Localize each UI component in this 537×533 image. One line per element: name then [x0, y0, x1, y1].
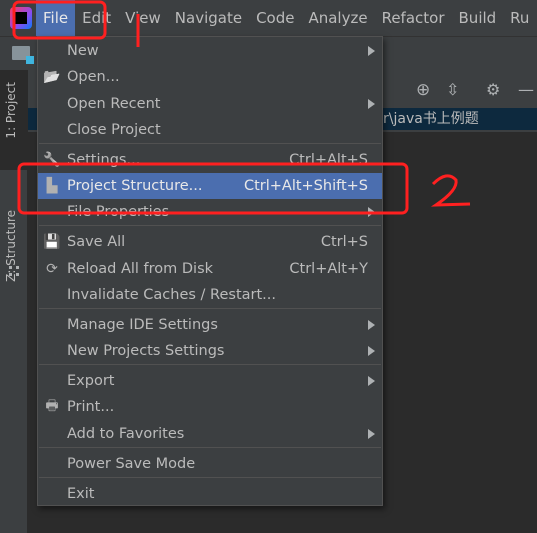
- menu-item-close-project[interactable]: Close Project: [38, 117, 382, 143]
- menu-view[interactable]: View: [118, 0, 168, 36]
- gear-icon[interactable]: ⚙: [486, 80, 500, 99]
- locate-icon[interactable]: ⊕: [416, 80, 430, 100]
- menu-item-label: Close Project: [67, 122, 161, 138]
- menu-item-shortcut: Ctrl+Alt+Y: [289, 261, 368, 277]
- menu-item-label: Power Save Mode: [67, 456, 196, 472]
- intellij-logo-icon: [10, 7, 32, 29]
- menu-item-label: New Projects Settings: [67, 343, 225, 359]
- wrench-icon: 🔧: [43, 152, 61, 168]
- menu-item-label: File Properties: [67, 204, 170, 220]
- menu-item-print[interactable]: 🖶 Print...: [38, 394, 382, 420]
- menu-navigate[interactable]: Navigate: [168, 0, 249, 36]
- project-structure-icon: ▙: [46, 178, 58, 194]
- menu-item-label: Export: [67, 373, 115, 389]
- submenu-arrow-icon: [368, 429, 375, 439]
- menu-item-invalidate-caches-restart[interactable]: Invalidate Caches / Restart...: [38, 282, 382, 308]
- submenu-arrow-icon: [368, 99, 375, 109]
- menu-item-project-structure[interactable]: ▙ Project Structure... Ctrl+Alt+Shift+S: [38, 173, 382, 199]
- menu-item-settings[interactable]: 🔧 Settings... Ctrl+Alt+S: [38, 147, 382, 173]
- project-tool-tab[interactable]: 1: Project: [4, 82, 18, 139]
- menu-item-exit[interactable]: Exit: [38, 481, 382, 507]
- collapse-all-icon[interactable]: ⇳: [446, 80, 459, 99]
- menu-item-new-projects-settings[interactable]: New Projects Settings: [38, 338, 382, 364]
- menu-refactor[interactable]: Refactor: [375, 0, 452, 36]
- menu-item-label: Print...: [67, 399, 115, 415]
- minimize-icon[interactable]: —: [518, 80, 534, 99]
- folder-open-icon: 📂: [43, 69, 61, 85]
- menu-analyze[interactable]: Analyze: [301, 0, 374, 36]
- menu-item-new[interactable]: New: [38, 38, 382, 64]
- menu-item-label: Reload All from Disk: [67, 261, 214, 277]
- menu-item-manage-ide-settings[interactable]: Manage IDE Settings: [38, 312, 382, 338]
- menu-item-file-properties[interactable]: File Properties: [38, 199, 382, 225]
- submenu-arrow-icon: [368, 376, 375, 386]
- menu-item-add-to-favorites[interactable]: Add to Favorites: [38, 421, 382, 447]
- menu-run[interactable]: Ru: [503, 0, 536, 36]
- submenu-arrow-icon: [368, 46, 375, 56]
- menu-item-shortcut: Ctrl+Alt+S: [289, 152, 368, 168]
- menu-item-reload-all-from-disk[interactable]: ⟳ Reload All from Disk Ctrl+Alt+Y: [38, 256, 382, 282]
- menu-item-label: Invalidate Caches / Restart...: [67, 287, 276, 303]
- menu-item-label: New: [67, 43, 99, 59]
- menu-item-save-all[interactable]: 💾 Save All Ctrl+S: [38, 229, 382, 255]
- project-folder-icon[interactable]: [12, 46, 34, 64]
- menu-edit[interactable]: Edit: [75, 0, 118, 36]
- reload-icon: ⟳: [46, 261, 58, 277]
- submenu-arrow-icon: [368, 207, 375, 217]
- menu-item-power-save-mode[interactable]: Power Save Mode: [38, 451, 382, 477]
- menu-item-label: Exit: [67, 486, 95, 502]
- menu-separator: [39, 143, 381, 144]
- menu-file[interactable]: File: [36, 0, 76, 36]
- menu-separator: [39, 225, 381, 226]
- menu-item-open-recent[interactable]: Open Recent: [38, 91, 382, 117]
- menu-build[interactable]: Build: [452, 0, 504, 36]
- menu-item-shortcut: Ctrl+S: [320, 234, 368, 250]
- save-icon: 💾: [43, 234, 61, 250]
- print-icon: 🖶: [45, 398, 59, 414]
- menu-code[interactable]: Code: [249, 0, 301, 36]
- menu-item-label: Open...: [67, 69, 120, 85]
- menu-item-export[interactable]: Export: [38, 368, 382, 394]
- menu-item-label: Save All: [67, 234, 126, 250]
- menu-separator: [39, 477, 381, 478]
- file-menu-popup: New 📂 Open... Open Recent Close Project 🔧 Sett…: [37, 36, 383, 506]
- menu-item-open[interactable]: 📂 Open...: [38, 64, 382, 90]
- menu-item-label: Settings...: [67, 152, 141, 168]
- menu-item-label: Open Recent: [67, 96, 161, 112]
- menu-item-label: Manage IDE Settings: [67, 317, 218, 333]
- left-tool-strip: 1: Project Z: Structure: [0, 70, 28, 533]
- menu-separator: [39, 308, 381, 309]
- menu-bar: File Edit View Navigate Code Analyze Ref…: [0, 0, 537, 36]
- menu-item-label: Project Structure...: [67, 178, 203, 194]
- submenu-arrow-icon: [368, 320, 375, 330]
- submenu-arrow-icon: [368, 346, 375, 356]
- menu-separator: [39, 447, 381, 448]
- menu-separator: [39, 364, 381, 365]
- menu-item-shortcut: Ctrl+Alt+Shift+S: [243, 178, 368, 194]
- menu-item-label: Add to Favorites: [67, 426, 185, 442]
- structure-icon: [9, 266, 19, 276]
